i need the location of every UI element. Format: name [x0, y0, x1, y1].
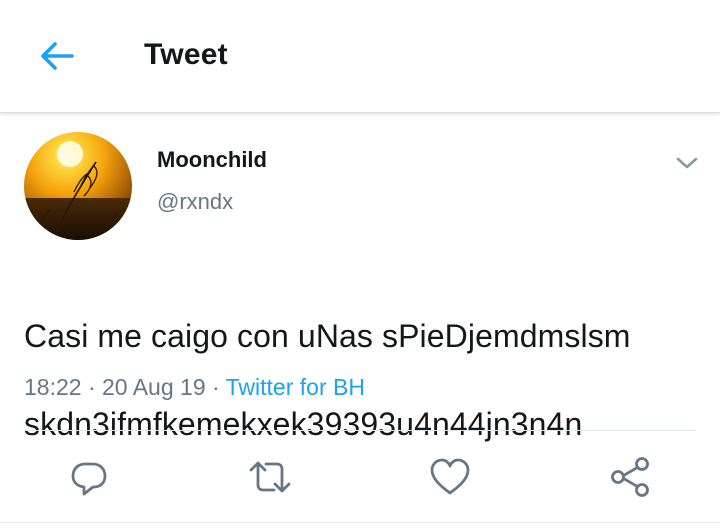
back-button[interactable]	[34, 36, 78, 76]
tweet-source-link[interactable]: Twitter for BH	[226, 374, 365, 400]
avatar[interactable]	[24, 132, 132, 240]
top-bar: Tweet	[0, 0, 720, 113]
share-button[interactable]	[605, 452, 655, 502]
author-handle[interactable]: @rxndx	[157, 189, 233, 215]
tweet-meta: 18:22 · 20 Aug 19 · Twitter for BH	[24, 374, 365, 401]
author-display-name[interactable]: Moonchild	[157, 147, 267, 173]
meta-separator: ·	[205, 374, 226, 400]
tweet-text-line-1: Casi me caigo con uNas sPieDjemdmslsm	[24, 318, 631, 354]
share-icon	[611, 457, 649, 497]
arrow-left-icon	[41, 42, 74, 70]
tweet-menu-button[interactable]	[672, 150, 702, 176]
retweet-button[interactable]	[245, 452, 295, 502]
reply-icon	[71, 462, 107, 496]
retweet-icon	[249, 461, 291, 493]
tweet-time: 18:22	[24, 374, 82, 400]
divider	[0, 522, 720, 523]
meta-separator: ·	[81, 374, 103, 400]
divider	[24, 430, 696, 431]
like-icon	[430, 458, 470, 495]
chevron-down-icon	[676, 157, 698, 169]
reply-button[interactable]	[64, 452, 114, 502]
tweet-text-line-2: skdn3ifmfkemekxek39393u4n44jn3n4n	[24, 406, 583, 442]
like-button[interactable]	[425, 452, 475, 502]
tweet-date: 20 Aug 19	[102, 374, 206, 400]
page-title: Tweet	[144, 38, 228, 71]
